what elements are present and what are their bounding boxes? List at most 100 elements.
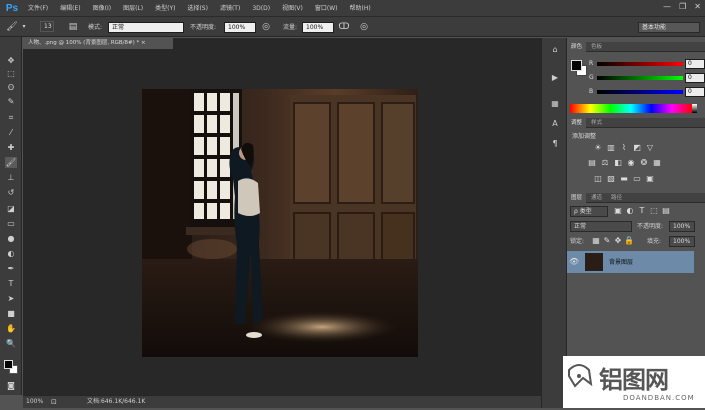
foreground-color-chip[interactable] [571,60,582,71]
status-nav-icon[interactable]: ⊡ [51,396,57,408]
slider-blue[interactable]: B 0 [589,87,705,97]
black-white-icon[interactable]: ◧ [613,158,623,168]
brush-panel-icon[interactable]: ▤ [67,21,79,33]
grayscale-ramp[interactable] [692,104,697,113]
visibility-eye-icon[interactable]: 👁 [569,257,579,267]
tab-color[interactable]: 颜色 [567,42,587,52]
menu-3d[interactable]: 3D(D) [246,0,276,17]
workspace-select[interactable]: 基本功能 [638,22,700,33]
posterize-icon[interactable]: ▧ [606,174,616,184]
lasso-tool-icon[interactable]: ʘ [5,82,17,93]
menu-layer[interactable]: 图层(L) [117,0,149,17]
brush-size-preset[interactable]: 13 [40,21,54,32]
filter-pixel-icon[interactable]: ▣ [613,206,623,216]
tab-swatches[interactable]: 色板 [587,42,606,52]
actions-panel-icon[interactable]: ▶ [549,72,561,84]
green-value[interactable]: 0 [685,73,705,83]
brush-tool-icon[interactable]: 🖌 [5,157,17,168]
clone-stamp-tool-icon[interactable]: ⊥ [5,172,17,183]
zoom-level[interactable]: 100% [26,396,43,408]
hand-tool-icon[interactable]: ✋ [5,323,17,334]
path-select-tool-icon[interactable]: ➤ [5,293,17,304]
lock-position-icon[interactable]: ✥ [613,236,623,246]
menu-file[interactable]: 文件(F) [22,0,54,17]
lock-all-icon[interactable]: 🔒 [624,236,634,246]
chevron-down-icon[interactable]: ▾ [18,21,30,33]
levels-icon[interactable]: ▥ [606,143,616,153]
quick-select-tool-icon[interactable]: ✎ [5,96,17,107]
tab-channels[interactable]: 通道 [587,193,606,203]
history-panel-icon[interactable]: ⌂ [549,44,561,56]
menu-help[interactable]: 帮助(H) [344,0,377,17]
gradient-tool-icon[interactable]: ▭ [5,218,17,229]
menu-type[interactable]: 类型(Y) [149,0,181,17]
color-lookup-icon[interactable]: ▦ [652,158,662,168]
type-tool-icon[interactable]: T [5,278,17,289]
close-button[interactable]: ✕ [694,2,701,11]
blend-mode-select[interactable]: 正常 [570,221,632,232]
paragraph-panel-icon[interactable]: ¶ [549,138,561,150]
vibrance-icon[interactable]: ▽ [645,143,655,153]
invert-icon[interactable]: ◫ [593,174,603,184]
character-panel-icon[interactable]: A [549,118,561,130]
tab-styles[interactable]: 样式 [587,118,606,128]
brush-presets-icon[interactable]: ▦ [549,98,561,110]
menu-select[interactable]: 选择(S) [181,0,214,17]
filter-smart-icon[interactable]: ▤ [661,206,671,216]
quick-mask-icon[interactable]: ◙ [5,380,17,391]
move-tool-icon[interactable]: ✥ [5,55,17,66]
healing-tool-icon[interactable]: ✚ [5,142,17,153]
crop-tool-icon[interactable]: ⌗ [5,112,17,123]
foreground-color-swatch[interactable] [4,360,13,369]
filter-shape-icon[interactable]: ⬚ [649,206,659,216]
shape-tool-icon[interactable]: ■ [5,308,17,319]
slider-green[interactable]: G 0 [589,73,705,83]
lock-transparent-icon[interactable]: ▦ [591,236,601,246]
maximize-button[interactable]: ❐ [679,2,686,11]
color-balance-icon[interactable]: ⚖ [600,158,610,168]
red-value[interactable]: 0 [685,59,705,69]
tab-adjustments[interactable]: 调整 [567,118,587,128]
fill-input[interactable]: 100% [669,236,695,247]
tab-layers[interactable]: 图层 [567,193,587,203]
history-brush-tool-icon[interactable]: ↺ [5,187,17,198]
filter-adjustment-icon[interactable]: ◐ [625,206,635,216]
pressure-opacity-icon[interactable]: ◎ [260,21,272,33]
zoom-tool-icon[interactable]: 🔍 [5,338,17,349]
document-tab[interactable]: 人物、.png @ 100% (背景图层, RGB/8#) * × [23,38,173,49]
opacity-input[interactable]: 100% [224,22,256,33]
dodge-tool-icon[interactable]: ◐ [5,248,17,259]
document-canvas[interactable] [142,89,418,357]
blue-value[interactable]: 0 [685,87,705,97]
gradient-map-icon[interactable]: ▭ [632,174,642,184]
marquee-tool-icon[interactable]: ⬚ [5,68,17,79]
tab-paths[interactable]: 路径 [607,193,626,203]
mode-select[interactable]: 正常 [108,22,184,33]
menu-filter[interactable]: 滤镜(T) [214,0,246,17]
selective-color-icon[interactable]: ▣ [645,174,655,184]
hue-saturation-icon[interactable]: ▤ [587,158,597,168]
curves-icon[interactable]: ⌇ [619,143,629,153]
flow-input[interactable]: 100% [302,22,334,33]
layer-name[interactable]: 背景图层 [609,257,633,266]
layer-row[interactable]: 👁 背景图层 [567,251,694,273]
menu-edit[interactable]: 编辑(E) [54,0,86,17]
minimize-button[interactable]: — [663,2,671,11]
airbrush-icon[interactable]: ↀ [338,21,350,33]
blur-tool-icon[interactable]: ● [5,233,17,244]
eraser-tool-icon[interactable]: ◪ [5,203,17,214]
eyedropper-tool-icon[interactable]: ⁄ [5,127,17,138]
color-spectrum-bar[interactable] [570,104,692,113]
pressure-size-icon[interactable]: ◎ [358,21,370,33]
channel-mixer-icon[interactable]: ❂ [639,158,649,168]
brightness-icon[interactable]: ☀ [593,143,603,153]
brush-tool-icon[interactable]: 🖌 [6,21,18,33]
layer-filter-select[interactable]: ρ 类型 [570,206,608,217]
menu-view[interactable]: 视图(V) [276,0,309,17]
lock-pixels-icon[interactable]: ✎ [602,236,612,246]
menu-window[interactable]: 窗口(W) [309,0,344,17]
threshold-icon[interactable]: ▬ [619,174,629,184]
slider-red[interactable]: R 0 [589,59,705,69]
menu-image[interactable]: 图像(I) [87,0,117,17]
layer-opacity-input[interactable]: 100% [669,221,695,232]
